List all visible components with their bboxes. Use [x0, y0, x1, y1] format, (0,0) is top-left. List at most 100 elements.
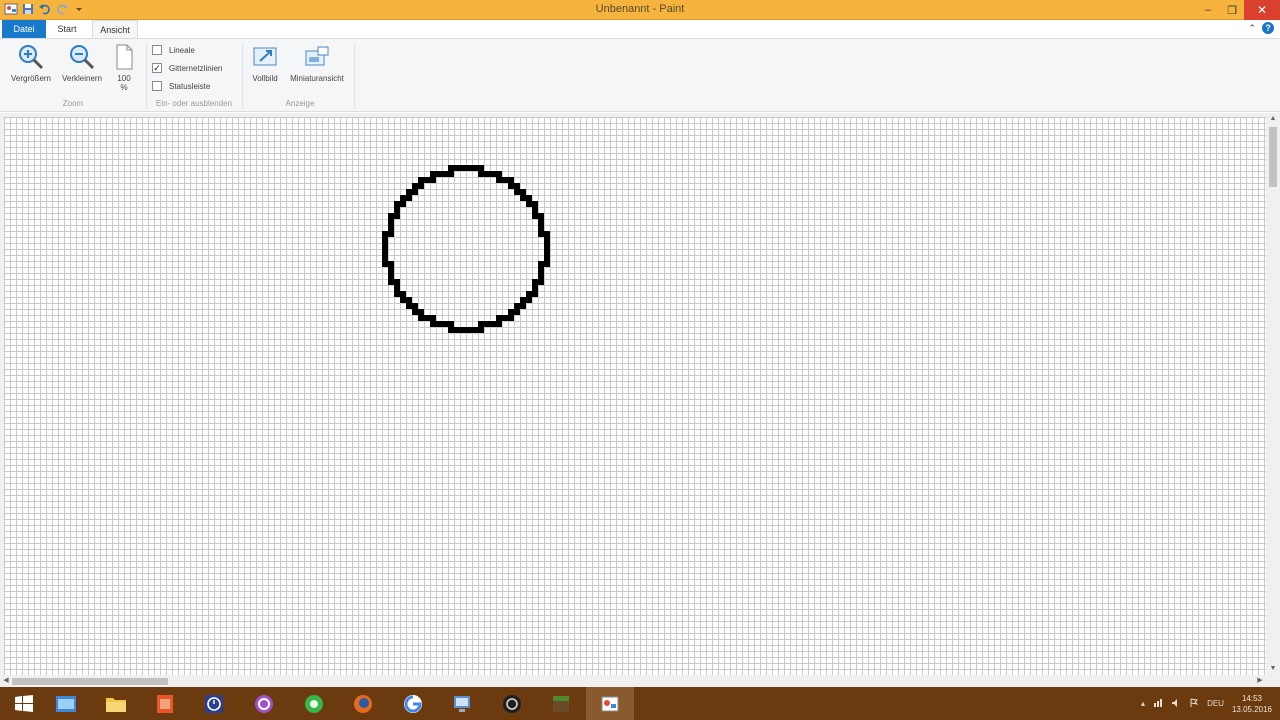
circle-pixel	[544, 231, 550, 237]
minimize-ribbon-button[interactable]: ⌃	[1248, 23, 1256, 34]
circle-pixel	[442, 171, 448, 177]
clock-date: 13.05.2016	[1231, 704, 1272, 714]
ribbon-view: Vergrößern Verkleinern 100 % Zoom Lineal…	[0, 38, 1280, 112]
fullscreen-button[interactable]: Vollbild	[246, 43, 284, 83]
tray-flag-icon[interactable]	[1189, 698, 1199, 710]
office-icon[interactable]	[141, 687, 189, 720]
scroll-right-button[interactable]: ▶	[1254, 675, 1266, 687]
circle-pixel	[466, 165, 472, 171]
circle-pixel	[388, 213, 394, 219]
circle-pixel	[400, 291, 406, 297]
fullscreen-label: Vollbild	[252, 74, 278, 83]
zoom-in-button[interactable]: Vergrößern	[6, 43, 56, 83]
circle-app-icon[interactable]	[240, 687, 288, 720]
circle-pixel	[544, 249, 550, 255]
circle-pixel	[538, 225, 544, 231]
chat-app-icon[interactable]	[290, 687, 338, 720]
tab-file[interactable]: Datei	[2, 20, 46, 38]
tray-volume-icon[interactable]	[1171, 698, 1181, 710]
circle-pixel	[532, 291, 538, 297]
zoom-out-icon	[68, 43, 96, 71]
circle-pixel	[508, 309, 514, 315]
circle-pixel	[526, 297, 532, 303]
circle-pixel	[430, 171, 436, 177]
circle-pixel	[418, 309, 424, 315]
firefox-icon[interactable]	[339, 687, 387, 720]
tray-network-icon[interactable]	[1153, 698, 1163, 710]
circle-pixel	[430, 321, 436, 327]
circle-pixel	[478, 321, 484, 327]
file-manager-icon[interactable]	[42, 687, 90, 720]
circle-pixel	[418, 183, 424, 189]
rulers-checkbox-box[interactable]	[152, 45, 162, 55]
zoom-in-label: Vergrößern	[10, 74, 52, 83]
tray-language[interactable]: DEU	[1207, 699, 1224, 708]
scroll-down-button[interactable]: ▼	[1266, 663, 1280, 675]
circle-pixel	[526, 195, 532, 201]
zoom-100-percent: %	[120, 83, 128, 92]
circle-pixel	[406, 189, 412, 195]
folder-icon[interactable]	[92, 687, 140, 720]
circle-pixel	[496, 321, 502, 327]
tab-view[interactable]: Ansicht	[92, 20, 138, 38]
scrollbar-corner	[1266, 675, 1280, 687]
vertical-scrollbar[interactable]: ▲ ▼	[1266, 113, 1280, 675]
zoom-100-button[interactable]: 100 %	[110, 43, 138, 92]
horizontal-scroll-thumb[interactable]	[12, 678, 168, 685]
circle-pixel	[532, 279, 538, 285]
tray-expand-icon[interactable]: ▴	[1141, 699, 1145, 708]
maximize-button[interactable]: ❐	[1220, 0, 1244, 20]
circle-pixel	[508, 183, 514, 189]
circle-pixel	[454, 165, 460, 171]
page-icon	[114, 43, 134, 71]
title-bar[interactable]: Unbenannt - Paint – ❐ ✕	[0, 0, 1280, 20]
circle-pixel	[460, 165, 466, 171]
circle-pixel	[448, 165, 454, 171]
gridlines-checkbox[interactable]: ✓ Gitternetzlinien	[152, 61, 222, 75]
zoom-in-icon	[17, 43, 45, 71]
circle-pixel	[508, 177, 514, 183]
circle-pixel	[400, 195, 406, 201]
scroll-left-button[interactable]: ◀	[0, 675, 12, 687]
circle-pixel	[436, 171, 442, 177]
network-app-icon[interactable]	[438, 687, 486, 720]
clock-app-icon[interactable]	[190, 687, 238, 720]
minecraft-icon[interactable]	[537, 687, 585, 720]
rulers-checkbox[interactable]: Lineale	[152, 43, 195, 57]
circle-pixel	[496, 315, 502, 321]
circle-pixel	[532, 207, 538, 213]
taskbar-clock[interactable]: 14:53 13.05.2016	[1232, 693, 1272, 715]
vertical-scroll-thumb[interactable]	[1269, 127, 1277, 187]
gridlines-checkbox-box[interactable]: ✓	[152, 63, 162, 73]
statusbar-checkbox-box[interactable]	[152, 81, 162, 91]
circle-pixel	[514, 189, 520, 195]
circle-pixel	[532, 213, 538, 219]
circle-pixel	[412, 303, 418, 309]
scroll-up-button[interactable]: ▲	[1266, 113, 1280, 125]
statusbar-checkbox[interactable]: Statusleiste	[152, 79, 210, 93]
google-chrome-icon[interactable]	[389, 687, 437, 720]
ribbon-tabs: Datei Start Ansicht ⌃ ?	[0, 20, 1280, 38]
paint-icon[interactable]	[586, 687, 634, 720]
minimize-button[interactable]: –	[1196, 0, 1220, 20]
circle-pixel	[514, 183, 520, 189]
paint-window: Unbenannt - Paint – ❐ ✕ Datei Start Ansi…	[0, 0, 1280, 720]
tab-start[interactable]: Start	[50, 20, 84, 38]
circle-pixel	[424, 315, 430, 321]
windows-start-icon[interactable]	[0, 687, 48, 720]
thumbnail-button[interactable]: Miniaturansicht	[284, 43, 350, 83]
display-group-label: Anzeige	[285, 99, 315, 108]
drawing-canvas[interactable]	[4, 117, 1266, 675]
zoom-out-button[interactable]: Verkleinern	[56, 43, 108, 83]
gridlines-label: Gitternetzlinien	[169, 63, 223, 73]
circle-pixel	[502, 315, 508, 321]
taskbar: ▴ DEU 14:53 13.05.2016	[0, 687, 1280, 720]
circle-pixel	[520, 189, 526, 195]
obs-icon[interactable]	[488, 687, 536, 720]
circle-pixel	[448, 321, 454, 327]
circle-pixel	[496, 177, 502, 183]
close-button[interactable]: ✕	[1244, 0, 1280, 20]
horizontal-scrollbar[interactable]: ◀ ▶	[0, 675, 1266, 687]
help-icon[interactable]: ?	[1262, 22, 1274, 34]
zoom-out-label: Verkleinern	[61, 74, 103, 83]
